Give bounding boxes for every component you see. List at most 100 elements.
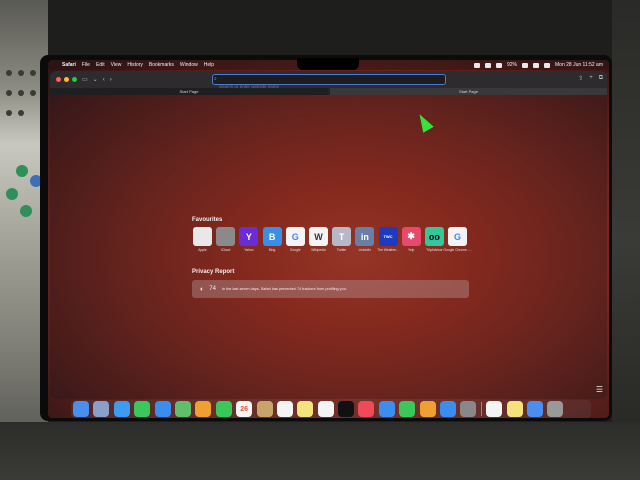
keynote-icon[interactable]	[378, 401, 395, 417]
bluetooth-icon[interactable]	[484, 62, 491, 68]
maps-icon[interactable]	[174, 401, 191, 417]
favourite-11[interactable]: G Google Chrome -...	[444, 227, 472, 252]
screen: Safari File Edit View History Bookmarks …	[48, 60, 609, 418]
menu-bookmarks[interactable]: Bookmarks	[149, 62, 174, 68]
favourite-tile-icon	[193, 227, 212, 246]
zoom-button[interactable]	[72, 77, 77, 82]
app-store-icon[interactable]	[440, 401, 457, 417]
minimize-button[interactable]	[64, 77, 69, 82]
safari-window: ▭ ⌄ ‹ › ⌕ ⇧ + ⧉ Start Page Start Page Fa…	[50, 71, 607, 399]
music-icon[interactable]	[358, 401, 375, 417]
tab-bar: Start Page Start Page	[50, 88, 607, 95]
privacy-report-text: In the last seven days, Safari has preve…	[221, 287, 347, 291]
search-icon: ⌕	[214, 76, 217, 82]
new-tab-icon[interactable]: +	[589, 75, 593, 82]
calendar-icon[interactable]: 26	[236, 401, 253, 417]
battery-percent[interactable]: 92%	[507, 62, 517, 68]
menu-app-name[interactable]: Safari	[62, 62, 76, 68]
favourite-tile-icon: TWC	[378, 227, 398, 246]
favourite-label: LinkedIn	[358, 248, 372, 252]
favourite-10[interactable]: oo TripAdvisor	[424, 227, 444, 252]
preview-icon[interactable]	[486, 401, 503, 417]
desk	[0, 422, 640, 480]
tab-start-page-1[interactable]: Start Page	[50, 88, 328, 95]
menu-file[interactable]: File	[82, 62, 90, 68]
favourite-label: Apple	[198, 248, 207, 252]
menubar-clock[interactable]: Mon 28 Jun 11:52 am	[555, 62, 603, 68]
notes-stack-icon[interactable]	[506, 401, 523, 417]
favourite-tile-icon: oo	[424, 227, 444, 246]
favourite-tile-icon	[216, 227, 236, 246]
trash-icon[interactable]	[547, 401, 564, 417]
chevron-down-icon[interactable]: ⌄	[93, 76, 98, 83]
status-area: 92% Mon 28 Jun 11:52 am	[473, 62, 603, 68]
dock-separator	[480, 402, 482, 416]
favourite-7[interactable]: in LinkedIn	[355, 227, 375, 252]
mail-icon[interactable]	[154, 401, 171, 417]
start-page-settings-icon[interactable]: ☰	[596, 385, 603, 394]
tab-start-page-2[interactable]: Start Page	[330, 88, 607, 95]
favourite-label: TripAdvisor	[426, 248, 443, 252]
favourite-label: Google Chrome -...	[443, 248, 472, 252]
favourite-0[interactable]: Apple	[193, 227, 212, 252]
tab-label: Start Page	[179, 89, 199, 94]
tv-icon[interactable]	[338, 401, 355, 417]
favourite-2[interactable]: Y Yahoo	[239, 227, 259, 252]
reminders-icon[interactable]	[276, 401, 293, 417]
favourite-label: Google	[289, 248, 301, 252]
privacy-report-heading: Privacy Report	[192, 269, 235, 275]
numbers-icon[interactable]	[399, 401, 416, 417]
battery-icon[interactable]	[522, 62, 528, 68]
system-preferences-icon[interactable]	[460, 401, 477, 417]
status-icon[interactable]	[473, 62, 480, 68]
freeform-icon[interactable]	[317, 401, 334, 417]
favourite-8[interactable]: TWC The Weather...	[377, 227, 399, 252]
menu-window[interactable]: Window	[180, 62, 198, 68]
shield-icon: ◐	[200, 285, 205, 293]
wifi-icon[interactable]	[495, 62, 502, 68]
favourite-label: Yelp	[408, 248, 415, 252]
favourite-9[interactable]: ✱ Yelp	[401, 227, 421, 252]
safari-icon[interactable]	[113, 401, 130, 417]
close-button[interactable]	[56, 77, 61, 82]
address-bar[interactable]: ⌕	[212, 74, 446, 91]
menu-edit[interactable]: Edit	[96, 62, 105, 68]
share-icon[interactable]: ⇧	[578, 75, 583, 82]
control-center-icon[interactable]	[544, 62, 550, 68]
favourite-3[interactable]: B Bing	[262, 227, 282, 252]
contacts-icon[interactable]	[256, 401, 273, 417]
facetime-icon[interactable]	[215, 401, 232, 417]
favourite-label: Bing	[268, 248, 276, 252]
privacy-report-card[interactable]: ◐ 74 In the last seven days, Safari has …	[192, 280, 469, 298]
background-right	[612, 0, 640, 480]
finder-icon[interactable]	[73, 401, 89, 417]
sidebar-icon[interactable]: ▭	[82, 76, 88, 83]
toolbar: ▭ ⌄ ‹ › ⌕ ⇧ + ⧉	[50, 71, 607, 91]
favourite-label: Twitter	[336, 248, 347, 252]
tab-overview-icon[interactable]: ⧉	[599, 75, 603, 82]
messages-icon[interactable]	[134, 401, 151, 417]
favourite-5[interactable]: W Wikipedia	[308, 227, 328, 252]
photos-icon[interactable]	[195, 401, 212, 417]
back-icon[interactable]: ‹	[103, 77, 105, 83]
favourite-label: Yahoo	[244, 248, 254, 252]
favourite-tile-icon: W	[308, 227, 328, 246]
favourites-heading: Favourites	[192, 217, 223, 223]
favourite-1[interactable]: iCloud	[216, 227, 236, 252]
camera-notch	[297, 58, 359, 70]
forward-icon[interactable]: ›	[110, 77, 112, 83]
tracker-count: 74	[209, 286, 216, 292]
launchpad-icon[interactable]	[93, 401, 110, 417]
pages-icon[interactable]	[419, 401, 436, 417]
search-icon[interactable]	[533, 62, 539, 68]
favourite-label: The Weather...	[377, 248, 399, 252]
menu-view[interactable]: View	[111, 62, 122, 68]
menu-help[interactable]: Help	[204, 62, 214, 68]
menu-history[interactable]: History	[127, 62, 143, 68]
downloads-icon[interactable]	[526, 401, 543, 417]
notes-icon[interactable]	[297, 401, 314, 417]
favourite-6[interactable]: T Twitter	[332, 227, 352, 252]
favourite-4[interactable]: G Google	[285, 227, 305, 252]
favourite-label: iCloud	[221, 248, 231, 252]
tab-label: Start Page	[459, 89, 478, 94]
